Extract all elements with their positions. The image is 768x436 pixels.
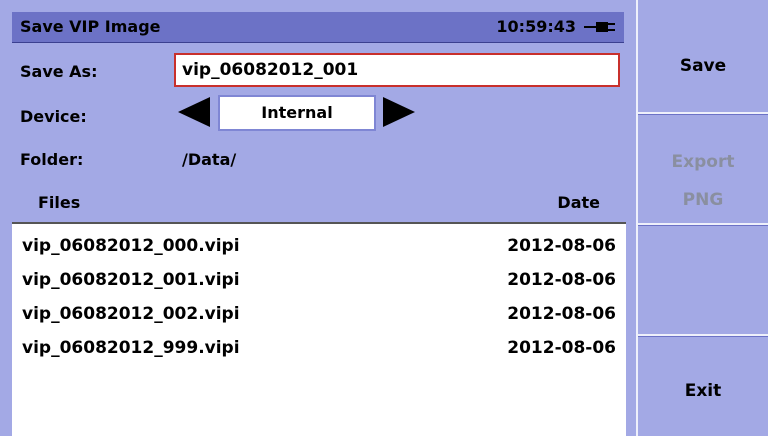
file-list[interactable]: vip_06082012_000.vipi 2012-08-06 vip_060… [12, 222, 626, 436]
softkey-panel: Save Export PNG Exit [638, 0, 768, 436]
arrow-right-icon[interactable] [383, 97, 415, 127]
table-row[interactable]: vip_06082012_999.vipi 2012-08-06 [12, 332, 624, 364]
file-name: vip_06082012_000.vipi [22, 236, 240, 256]
arrow-left-icon[interactable] [178, 97, 210, 127]
exit-button[interactable]: Exit [638, 337, 768, 436]
file-table-header: Files Date [12, 186, 624, 220]
file-date: 2012-08-06 [507, 304, 616, 324]
battery-plug-icon [584, 22, 615, 32]
exit-button-label: Exit [684, 381, 722, 401]
title-bar: Save VIP Image 10:59:43 [12, 12, 624, 43]
export-png-button[interactable]: Export PNG [638, 115, 768, 223]
save-button[interactable]: Save [638, 0, 768, 112]
device-label: Device: [20, 107, 87, 126]
png-button-label: PNG [682, 190, 724, 210]
folder-value: /Data/ [182, 150, 237, 169]
export-button-label: Export [671, 152, 735, 172]
table-row[interactable]: vip_06082012_001.vipi 2012-08-06 [12, 264, 624, 296]
device-selector[interactable]: Internal [218, 95, 376, 131]
save-button-label: Save [679, 56, 727, 76]
clock: 10:59:43 [496, 17, 576, 36]
window-title: Save VIP Image [20, 17, 161, 36]
main-panel: Save VIP Image 10:59:43 Save As: vip_060… [0, 0, 638, 436]
file-date: 2012-08-06 [507, 236, 616, 256]
folder-label: Folder: [20, 150, 84, 169]
file-name: vip_06082012_999.vipi [22, 338, 240, 358]
save-as-input[interactable]: vip_06082012_001 [174, 53, 620, 87]
save-as-label: Save As: [20, 62, 98, 81]
date-column-header[interactable]: Date [557, 193, 600, 213]
file-date: 2012-08-06 [507, 338, 616, 358]
table-row[interactable]: vip_06082012_000.vipi 2012-08-06 [12, 230, 624, 262]
file-date: 2012-08-06 [507, 270, 616, 290]
files-column-header[interactable]: Files [38, 193, 80, 213]
blank-softkey[interactable] [638, 226, 768, 334]
file-name: vip_06082012_002.vipi [22, 304, 240, 324]
file-name: vip_06082012_001.vipi [22, 270, 240, 290]
table-row[interactable]: vip_06082012_002.vipi 2012-08-06 [12, 298, 624, 330]
